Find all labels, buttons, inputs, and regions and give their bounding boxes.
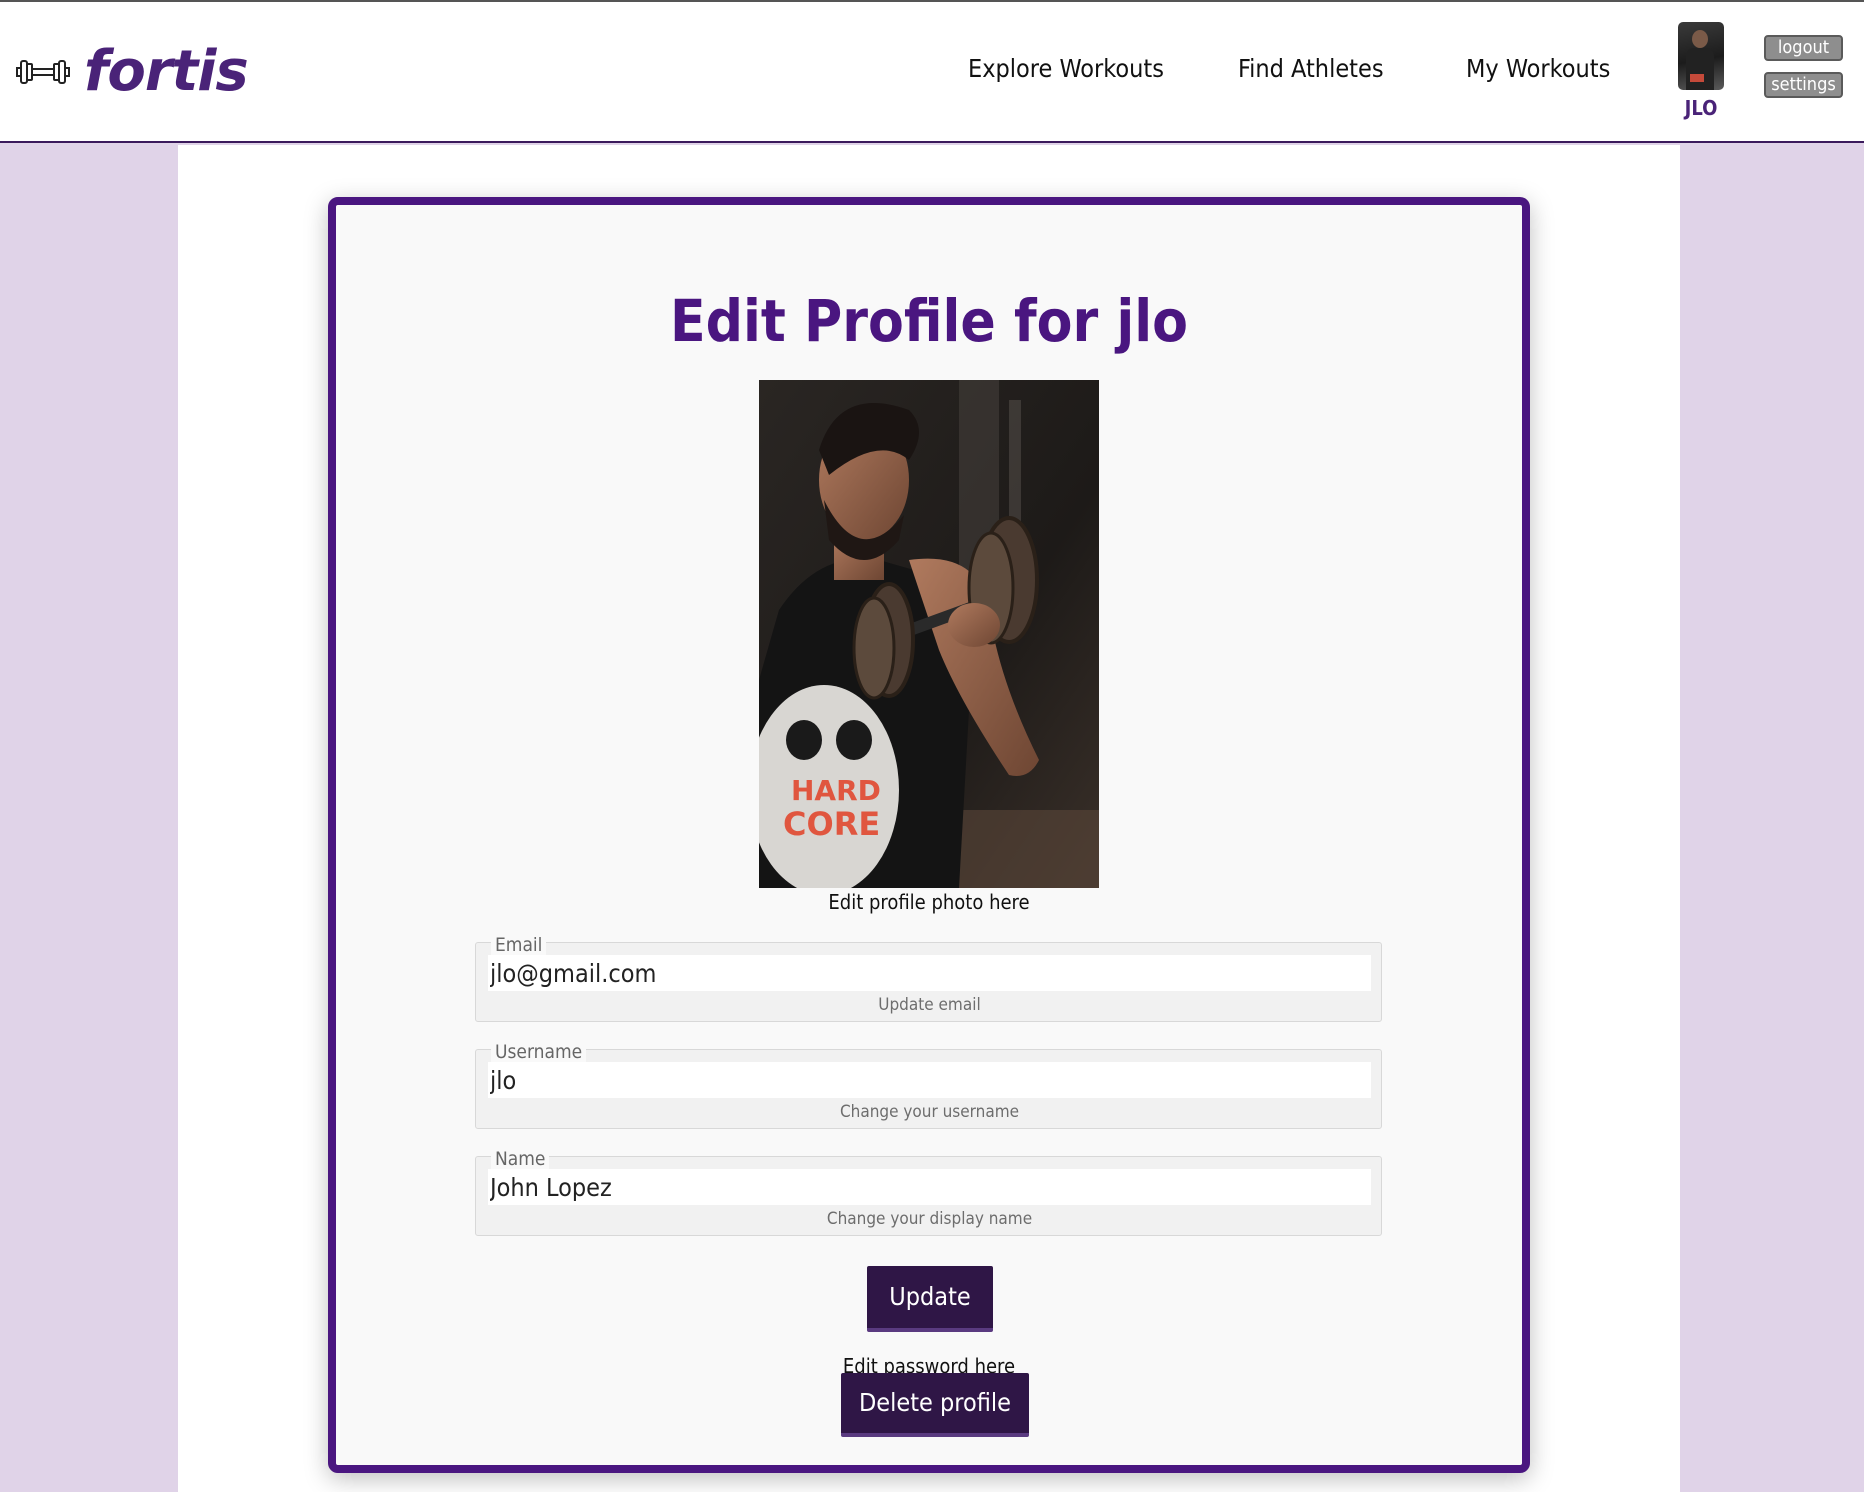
email-input[interactable]: [488, 955, 1371, 991]
svg-text:CORE: CORE: [783, 805, 880, 843]
username-label: Username: [491, 1041, 587, 1063]
dumbbell-icon: [16, 60, 70, 84]
name-help-text: Change your display name: [826, 1209, 1033, 1229]
nav-explore-workouts[interactable]: Explore Workouts: [968, 54, 1164, 83]
edit-photo-link[interactable]: Edit profile photo here: [336, 890, 1522, 914]
email-field: Email Update email: [475, 934, 1382, 1022]
logout-button[interactable]: logout: [1764, 35, 1843, 61]
email-label: Email: [491, 934, 547, 956]
svg-text:HARD: HARD: [791, 774, 881, 807]
settings-button[interactable]: settings: [1764, 72, 1843, 98]
edit-profile-card: Edit Profile for jlo HARD CORE Edit prof…: [328, 197, 1530, 1473]
brand-name: fortis: [84, 39, 249, 104]
top-navbar: fortis Explore Workouts Find Athletes My…: [0, 2, 1864, 143]
avatar: [1678, 22, 1724, 90]
user-profile-link[interactable]: JLO: [1678, 22, 1724, 120]
user-label: JLO: [1684, 96, 1718, 120]
profile-photo[interactable]: HARD CORE: [759, 380, 1099, 888]
name-label: Name: [491, 1148, 550, 1170]
name-input[interactable]: [488, 1169, 1371, 1205]
profile-photo-image: HARD CORE: [759, 380, 1099, 888]
email-help-text: Update email: [878, 995, 981, 1015]
delete-profile-button[interactable]: Delete profile: [841, 1373, 1029, 1437]
username-field: Username Change your username: [475, 1041, 1382, 1129]
name-field: Name Change your display name: [475, 1148, 1382, 1236]
page-title: Edit Profile for jlo: [670, 287, 1188, 355]
username-help-text: Change your username: [839, 1102, 1020, 1122]
nav-find-athletes[interactable]: Find Athletes: [1238, 54, 1384, 83]
update-button[interactable]: Update: [867, 1266, 993, 1332]
nav-my-workouts[interactable]: My Workouts: [1466, 54, 1610, 83]
username-input[interactable]: [488, 1062, 1371, 1098]
brand-logo[interactable]: fortis: [16, 39, 249, 104]
